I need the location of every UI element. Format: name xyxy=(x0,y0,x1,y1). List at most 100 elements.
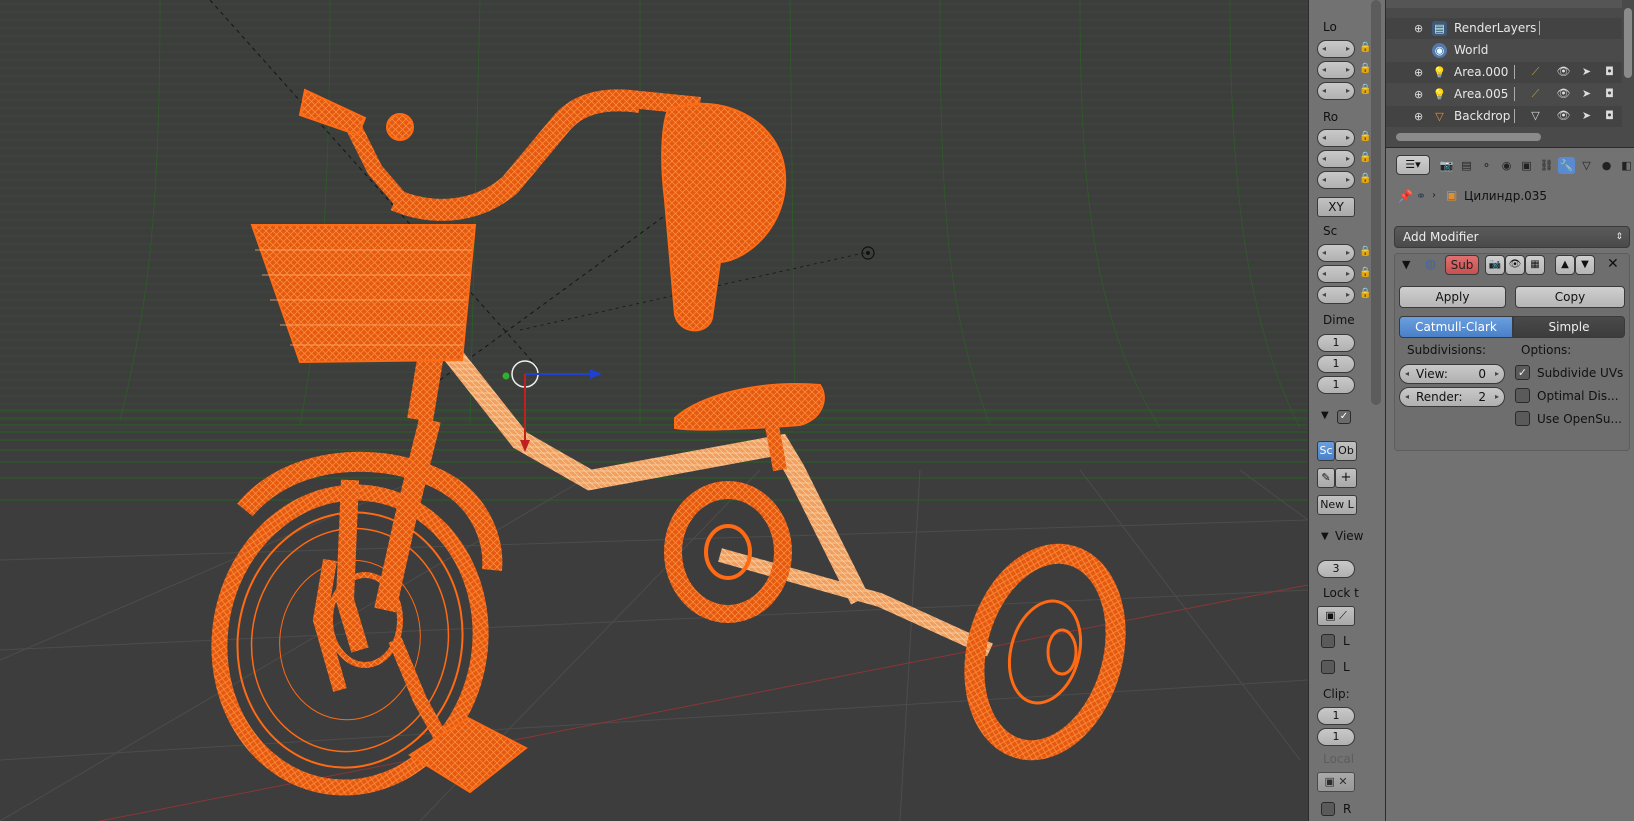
eye-icon[interactable]: 👁 xyxy=(1556,87,1571,100)
outliner-item-renderlayers[interactable]: ⊕ ▤ RenderLayers xyxy=(1386,18,1622,39)
lock-cursor-checkbox[interactable] xyxy=(1321,634,1335,648)
grease-object-button[interactable]: Ob xyxy=(1335,441,1357,461)
outliner-item-area-005[interactable]: ⊕ 💡 Area.005 ⟋ 👁 ➤ ◘ xyxy=(1386,84,1622,105)
viewport-toggle-icon[interactable]: 👁 xyxy=(1505,255,1525,275)
collapse-triangle-icon[interactable]: ▼ xyxy=(1402,258,1410,271)
outliner-horizontal-scrollbar[interactable] xyxy=(1396,133,1541,141)
lock-icon[interactable]: 🔒 xyxy=(1359,287,1371,301)
optimal-display-checkbox[interactable] xyxy=(1515,388,1530,403)
eye-icon[interactable]: 👁 xyxy=(1556,65,1571,78)
lens-field[interactable]: 3 xyxy=(1317,560,1355,578)
texture-tab-icon[interactable]: ◧ xyxy=(1618,157,1634,174)
view-panel-header[interactable]: View xyxy=(1335,529,1363,543)
scene-tab-icon[interactable]: ⚬ xyxy=(1478,157,1495,174)
pin-icon[interactable]: 📌 xyxy=(1398,189,1413,203)
add-icon[interactable]: + xyxy=(1335,468,1357,488)
expand-icon[interactable]: ⊕ xyxy=(1414,110,1423,123)
view-levels-label: View: xyxy=(1416,367,1448,381)
view-collapse-icon[interactable]: ▼ xyxy=(1321,531,1329,542)
lock-icon[interactable]: 🔒 xyxy=(1359,245,1371,259)
lock-camera-checkbox[interactable] xyxy=(1321,660,1335,674)
scale-z-field[interactable]: ◂ ▸ xyxy=(1317,286,1355,304)
move-down-icon[interactable]: ▼ xyxy=(1575,255,1595,275)
lock-icon[interactable]: 🔒 xyxy=(1359,62,1371,76)
expand-icon[interactable]: ⊕ xyxy=(1414,22,1423,35)
rotation-z-field[interactable]: ◂ ▸ xyxy=(1317,171,1355,189)
render-tab-icon[interactable]: 📷 xyxy=(1438,157,1455,174)
lock-icon[interactable]: 🔒 xyxy=(1359,151,1371,165)
rotation-y-field[interactable]: ◂ ▸ xyxy=(1317,150,1355,168)
lock-icon[interactable]: 🔒 xyxy=(1359,266,1371,280)
n-panel-scrollbar[interactable] xyxy=(1371,0,1381,405)
render-levels-field[interactable]: ◂ Render: 2 ▸ xyxy=(1399,387,1505,407)
cursor-select-icon[interactable]: ➤ xyxy=(1579,87,1594,100)
grease-pencil-checkbox[interactable]: ✓ xyxy=(1337,410,1351,424)
outliner-item-area-000[interactable]: ⊕ 💡 Area.000 ⟋ 👁 ➤ ◘ xyxy=(1386,62,1622,83)
lock-icon[interactable]: 🔒 xyxy=(1359,83,1371,97)
render-toggle-icon[interactable]: 📷 xyxy=(1485,255,1505,275)
close-icon[interactable]: ✕ xyxy=(1607,256,1619,272)
clip-start-field[interactable]: 1 xyxy=(1317,707,1355,725)
viewport-canvas[interactable] xyxy=(0,0,1308,821)
move-up-icon[interactable]: ▲ xyxy=(1555,255,1575,275)
editor-type-menu[interactable]: ☰▾ xyxy=(1396,155,1430,175)
subsurf-modifier-panel: ▼ ◍ Sub 📷 👁 ▦ ▲ ▼ ✕ Apply Copy Catmull-C… xyxy=(1394,253,1630,451)
location-y-field[interactable]: ◂ ▸ xyxy=(1317,61,1355,79)
outliner[interactable]: ⊕ ▤ RenderLayers ◉ World ⊕ 💡 Area.000 ⟋ … xyxy=(1386,0,1634,148)
modifiers-tab-icon[interactable]: 🔧 xyxy=(1558,157,1575,174)
add-modifier-dropdown[interactable]: Add Modifier ⇕ xyxy=(1394,226,1630,248)
grease-scene-button[interactable]: Sc xyxy=(1317,441,1335,461)
modifier-name-field[interactable]: Sub xyxy=(1445,255,1479,275)
eye-icon[interactable]: 👁 xyxy=(1556,109,1571,122)
cursor-select-icon[interactable]: ➤ xyxy=(1579,65,1594,78)
object-tab-icon[interactable]: ▣ xyxy=(1518,157,1535,174)
dimension-y-field[interactable]: 1 xyxy=(1317,355,1355,373)
constraints-tab-icon[interactable]: ⛓ xyxy=(1538,157,1555,174)
new-layer-button[interactable]: New L xyxy=(1317,495,1357,515)
pencil-icon[interactable]: ✎ xyxy=(1317,468,1335,488)
local-camera-field[interactable]: ▣ ✕ xyxy=(1317,772,1355,792)
use-opensubdiv-checkbox[interactable] xyxy=(1515,411,1530,426)
view-levels-field[interactable]: ◂ View: 0 ▸ xyxy=(1399,364,1505,384)
3d-viewport[interactable] xyxy=(0,0,1308,821)
subdivide-uvs-checkbox[interactable]: ✓ xyxy=(1515,365,1530,380)
camera-render-icon[interactable]: ◘ xyxy=(1602,65,1617,78)
simple-button[interactable]: Simple xyxy=(1513,316,1625,338)
cursor-select-icon[interactable]: ➤ xyxy=(1579,109,1594,122)
x-axis-line xyxy=(99,584,1308,821)
outliner-item-world[interactable]: ◉ World xyxy=(1386,40,1622,61)
material-tab-icon[interactable]: ● xyxy=(1598,157,1615,174)
world-tab-icon[interactable]: ◉ xyxy=(1498,157,1515,174)
rotation-mode-select[interactable]: XY xyxy=(1317,197,1355,217)
camera-render-icon[interactable]: ◘ xyxy=(1602,109,1617,122)
editmode-toggle-icon[interactable]: ▦ xyxy=(1525,255,1545,275)
lock-icon[interactable]: 🔒 xyxy=(1359,41,1371,55)
lock-icon[interactable]: 🔒 xyxy=(1359,130,1371,144)
backdrop-mesh xyxy=(0,0,1308,501)
rotation-x-field[interactable]: ◂ ▸ xyxy=(1317,129,1355,147)
scale-x-field[interactable]: ◂ ▸ xyxy=(1317,244,1355,262)
location-x-field[interactable]: ◂ ▸ xyxy=(1317,40,1355,58)
dimension-z-field[interactable]: 1 xyxy=(1317,376,1355,394)
copy-button[interactable]: Copy xyxy=(1515,286,1625,308)
catmull-clark-button[interactable]: Catmull-Clark xyxy=(1399,316,1513,338)
rotation-label: Ro xyxy=(1323,110,1339,124)
right-sidebar: ⊕ ▤ RenderLayers ◉ World ⊕ 💡 Area.000 ⟋ … xyxy=(1386,0,1634,821)
expand-icon[interactable]: ⊕ xyxy=(1414,88,1423,101)
lock-object-field[interactable]: ▣ ⟋ xyxy=(1317,606,1355,626)
data-tab-icon[interactable]: ▽ xyxy=(1578,157,1595,174)
dimension-x-field[interactable]: 1 xyxy=(1317,334,1355,352)
render-layers-tab-icon[interactable]: ▤ xyxy=(1458,157,1475,174)
lock-icon[interactable]: 🔒 xyxy=(1359,172,1371,186)
outliner-item-backdrop[interactable]: ⊕ ▽ Backdrop ▽ 👁 ➤ ◘ xyxy=(1386,106,1622,127)
camera-render-icon[interactable]: ◘ xyxy=(1602,87,1617,100)
expand-icon[interactable]: ⊕ xyxy=(1414,66,1423,79)
collapse-triangle-icon[interactable]: ▼ xyxy=(1321,410,1329,421)
location-z-field[interactable]: ◂ ▸ xyxy=(1317,82,1355,100)
apply-button[interactable]: Apply xyxy=(1399,286,1506,308)
outliner-vertical-scrollbar[interactable] xyxy=(1624,8,1632,78)
scale-y-field[interactable]: ◂ ▸ xyxy=(1317,265,1355,283)
render-border-checkbox[interactable] xyxy=(1321,802,1335,816)
clip-end-field[interactable]: 1 xyxy=(1317,728,1355,746)
chevron-right-icon: › xyxy=(1432,190,1436,201)
